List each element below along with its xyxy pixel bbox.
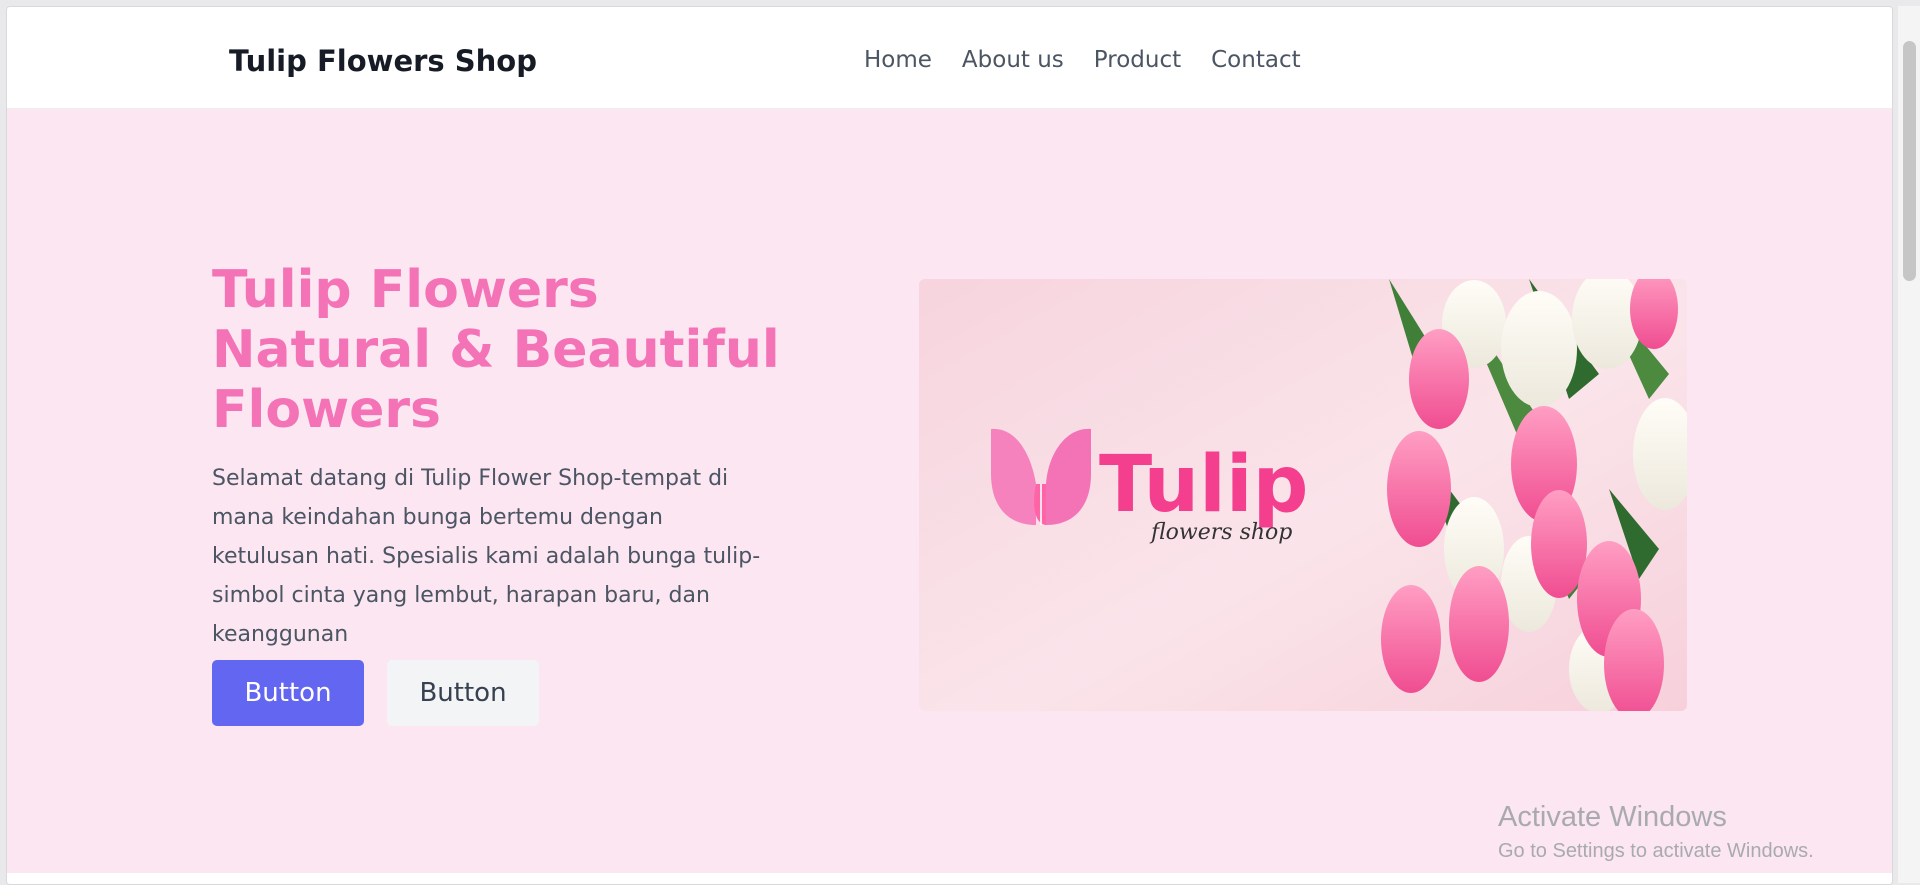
- site-header: Tulip Flowers Shop Home About us Product…: [7, 7, 1892, 109]
- secondary-button[interactable]: Button: [387, 660, 539, 726]
- windows-activation-watermark: Activate Windows Go to Settings to activ…: [1498, 801, 1814, 863]
- hero-image: Tulip flowers shop: [919, 279, 1687, 711]
- scrollbar-thumb[interactable]: [1903, 41, 1916, 281]
- tulip-bouquet-image: Tulip flowers shop: [919, 279, 1687, 711]
- image-logo-subtext: flowers shop: [1149, 520, 1292, 545]
- hero-title-line-3: Flowers: [212, 380, 441, 440]
- primary-button[interactable]: Button: [212, 660, 364, 726]
- hero-title-line-2: Natural & Beautiful: [212, 320, 780, 380]
- activation-title: Activate Windows: [1498, 801, 1727, 833]
- image-logo-text: Tulip: [1099, 440, 1308, 530]
- site-brand[interactable]: Tulip Flowers Shop: [229, 44, 537, 78]
- browser-page: Tulip Flowers Shop Home About us Product…: [6, 6, 1893, 885]
- page-bottom-strip: [7, 873, 1892, 884]
- hero-title-line-1: Tulip Flowers: [212, 260, 599, 320]
- main-nav: Home About us Product Contact: [864, 47, 1331, 73]
- nav-product[interactable]: Product: [1094, 47, 1181, 73]
- hero-title: Tulip Flowers Natural & Beautiful Flower…: [212, 260, 780, 440]
- hero-description: Selamat datang di Tulip Flower Shop-temp…: [212, 466, 761, 647]
- vertical-scrollbar[interactable]: [1898, 6, 1920, 883]
- nav-contact[interactable]: Contact: [1211, 47, 1300, 73]
- hero-section: Tulip Flowers Natural & Beautiful Flower…: [7, 109, 1892, 873]
- nav-home[interactable]: Home: [864, 47, 932, 73]
- activation-subtitle: Go to Settings to activate Windows.: [1498, 840, 1814, 862]
- nav-about-us[interactable]: About us: [962, 47, 1064, 73]
